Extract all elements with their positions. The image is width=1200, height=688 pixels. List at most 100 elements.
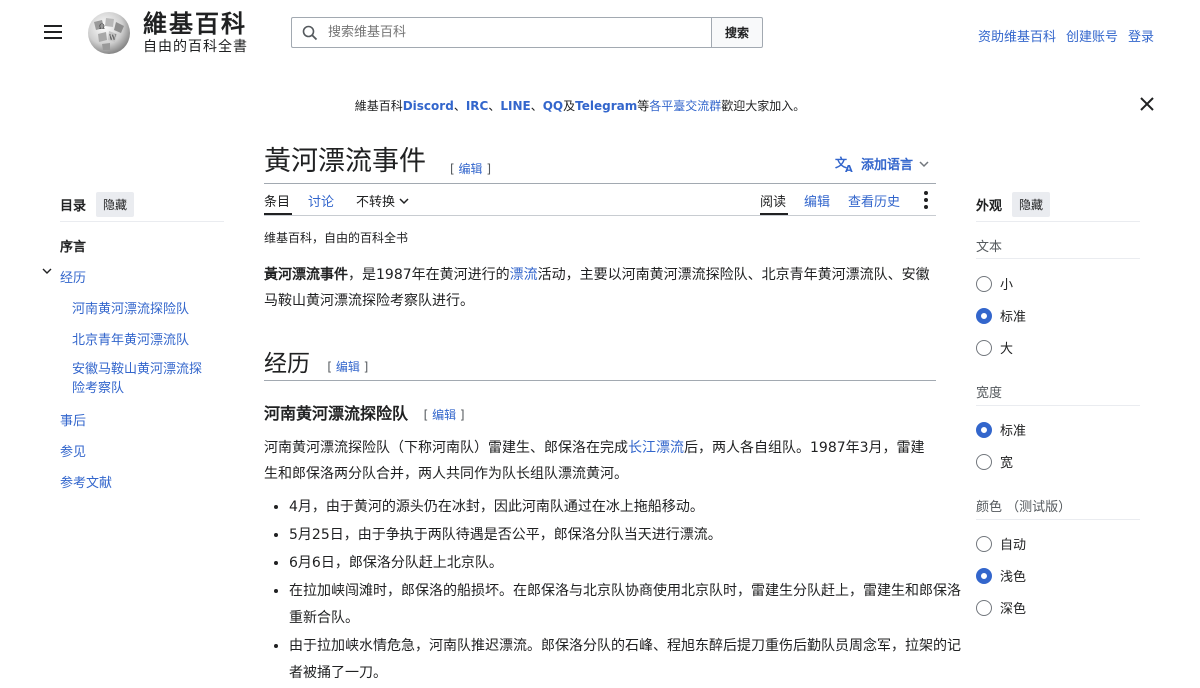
tab-article[interactable]: 条目 [264,191,290,210]
list-item: 5月25日，由于争执于两队待遇是否公平，郎保洛分队当天进行漂流。 [289,522,961,549]
main-menu-button[interactable] [44,25,62,41]
color-auto-radio[interactable]: 自动 [976,534,1026,553]
section-divider [264,380,936,381]
notice-sep: 、 [453,99,466,113]
search-field[interactable] [291,17,711,48]
toc-item-henan[interactable]: 河南黄河漂流探险队 [72,298,189,317]
toc-item-intro[interactable]: 序言 [60,236,86,255]
site-subtitle: 维基百科，自由的百科全书 [264,231,409,245]
para-link-yangtze[interactable]: 长江漂流 [628,440,684,456]
toc-item-aftermath[interactable]: 事后 [60,410,86,429]
radio-dot [976,535,992,552]
color-dark-radio[interactable]: 深色 [976,598,1026,617]
toc-header: 目录 隐藏 [60,192,135,217]
radio-dot [976,339,992,356]
notice-etc: 等 [637,99,650,113]
notice-link-telegram[interactable]: Telegram [575,99,637,113]
close-icon[interactable] [1139,96,1155,112]
variant-dropdown[interactable]: 不转换 [356,191,409,210]
create-account-link[interactable]: 创建账号 [1066,26,1118,45]
appearance-title: 外观 [976,199,1003,214]
title-edit-link[interactable]: 编辑 [459,162,483,176]
search-input[interactable] [326,24,690,41]
chevron-down-icon[interactable] [42,266,52,279]
login-link[interactable]: 登录 [1128,26,1154,45]
notice-link-line[interactable]: LINE [500,99,530,113]
radio-dot-selected [976,307,992,324]
toc-item-references[interactable]: 参考文献 [60,472,112,491]
chevron-down-icon [919,160,929,167]
toc-item-anhui-line2: 险考察队 [72,381,125,396]
donate-link[interactable]: 资助维基百科 [978,26,1056,45]
radio-dot [976,453,992,470]
chevron-down-icon [399,197,409,204]
lead-bold-title: 黃河漂流事件 [264,267,348,283]
radio-dot [976,599,992,616]
text-size-standard-radio[interactable]: 标准 [976,306,1026,325]
subsection-edit: [ 编辑 ] [423,408,465,422]
radio-label: 自动 [1000,538,1027,553]
width-divider [976,405,1140,406]
wordmark[interactable]: 維基百科 自由的百科全書 [143,10,248,56]
toc-item-anhui[interactable]: 安徽马鞍山黄河漂流探 险考察队 [72,360,202,398]
radio-label: 大 [1000,342,1014,357]
subsection-edit-link[interactable]: 编辑 [432,408,456,422]
add-language-button[interactable]: 文 A 添加语言 [835,154,929,173]
radio-label: 深色 [1000,602,1027,617]
toc-item-beijing[interactable]: 北京青年黄河漂流队 [72,329,189,348]
radio-dot-selected [976,421,992,438]
list-item: 在拉加峡闯滩时，郎保洛的船损坏。在郎保洛与北京队协商使用北京队时，雷建生分队赶上… [289,578,961,632]
notice-prefix: 維基百科 [354,99,403,113]
appearance-hide-button[interactable]: 隐藏 [1012,192,1051,217]
search-button[interactable]: 搜索 [711,17,763,48]
tab-history[interactable]: 查看历史 [848,191,900,210]
tab-read[interactable]: 阅读 [760,191,786,210]
toc-hide-button[interactable]: 隐藏 [96,192,135,217]
wikipedia-globe-logo[interactable]: Ω W [84,10,134,56]
site-name: 維基百科 [143,9,247,38]
para-text-1: 河南黄河漂流探险队（下称河南队）雷建生、郎保洛在完成 [264,440,628,456]
toc-item-history[interactable]: 经历 [60,267,86,286]
section-heading: 经历 [ 编辑 ] [264,344,368,378]
toc-item-seealso[interactable]: 参见 [60,441,86,460]
radio-label: 小 [1000,278,1014,293]
section-edit: [ 编辑 ] [327,360,369,374]
notice-link-discord[interactable]: Discord [403,99,454,113]
notice-link-qq[interactable]: QQ [543,99,563,113]
events-list: 4月，由于黄河的源头仍在冰封，因此河南队通过在冰上拖船移动。 5月25日，由于争… [264,494,961,688]
site-notice: 維基百科Discord、IRC、LINE、QQ及Telegram等各平臺交流群歡… [0,97,1160,114]
site-tagline: 自由的百科全書 [143,39,248,55]
search-form: 搜索 [291,17,763,48]
text-size-small-radio[interactable]: 小 [976,274,1013,293]
appearance-header: 外观 隐藏 [976,192,1051,217]
text-size-large-radio[interactable]: 大 [976,338,1013,357]
notice-sep: 、 [530,99,543,113]
subsection-paragraph: 河南黄河漂流探险队（下称河南队）雷建生、郎保洛在完成长江漂流后，两人各自组队。1… [264,435,936,487]
color-label: 颜色 （测试版） [976,500,1072,515]
notice-and: 及 [563,99,576,113]
width-standard-radio[interactable]: 标准 [976,420,1026,439]
more-actions-icon[interactable] [924,191,932,211]
radio-label: 标准 [1000,424,1027,439]
page-title: 黃河漂流事件 [264,146,426,177]
radio-label: 标准 [1000,310,1027,325]
variant-label: 不转换 [356,195,396,210]
toc-title: 目录 [60,199,87,214]
tab-talk[interactable]: 讨论 [308,191,334,210]
color-light-radio[interactable]: 浅色 [976,566,1026,585]
color-divider [976,519,1140,520]
svg-text:Ω: Ω [99,23,105,31]
toc-item-anhui-line1: 安徽马鞍山黄河漂流探 [72,362,203,377]
width-label: 宽度 [976,386,1003,401]
text-size-divider [976,258,1140,259]
notice-link-groups[interactable]: 各平臺交流群 [649,99,721,113]
radio-dot [976,275,992,292]
lead-link-rafting[interactable]: 漂流 [510,267,538,283]
width-wide-radio[interactable]: 宽 [976,452,1013,471]
section-edit-link[interactable]: 编辑 [336,360,360,374]
section-heading-text: 经历 [264,351,310,377]
toc-divider [60,221,224,222]
notice-link-irc[interactable]: IRC [466,99,489,113]
tab-edit[interactable]: 编辑 [804,191,830,210]
title-divider [264,183,936,184]
